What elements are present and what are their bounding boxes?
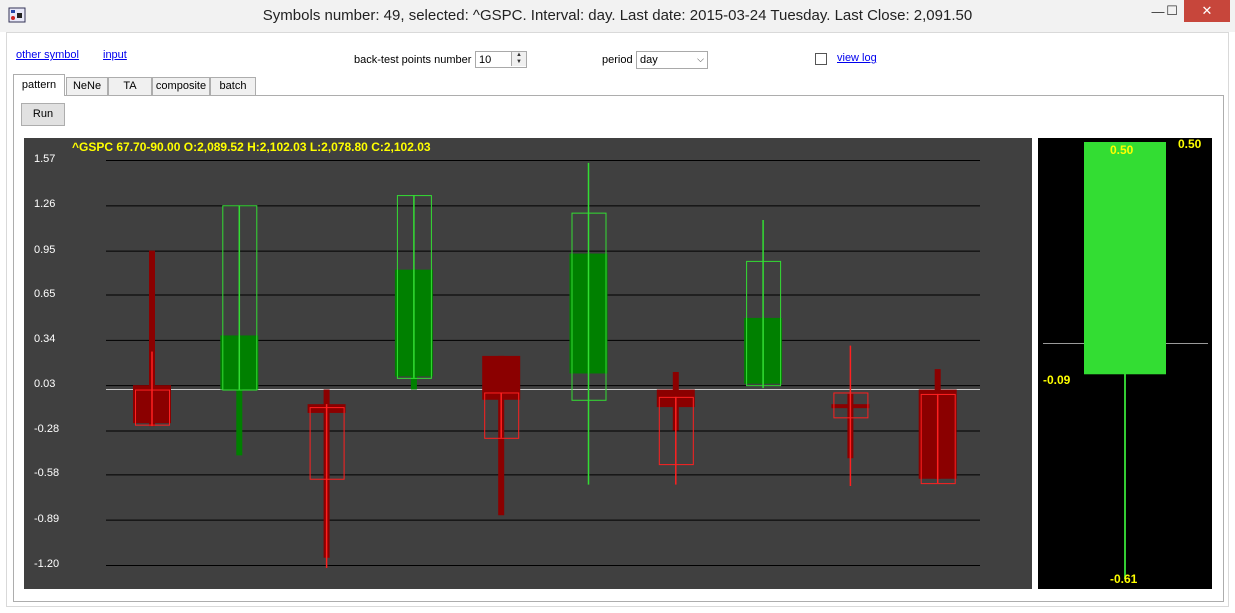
chevron-down-icon: ⌵ bbox=[697, 54, 704, 64]
pattern-chart[interactable]: 1.57 1.26 0.95 0.65 0.34 0.03 -0.28 -0.58 -0.89 -… bbox=[24, 138, 1032, 589]
backtest-stepper[interactable]: ▲ ▼ bbox=[475, 51, 527, 68]
y-tick-label: 0.03 bbox=[34, 378, 56, 391]
period-label: period bbox=[602, 54, 633, 66]
spin-up-icon[interactable]: ▲ bbox=[511, 52, 526, 59]
y-tick-label: -1.20 bbox=[34, 558, 60, 570]
y-tick-label: -0.89 bbox=[34, 512, 60, 525]
window-title: Symbols number: 49, selected: ^GSPC. Int… bbox=[262, 7, 973, 24]
title-bar: Symbols number: 49, selected: ^GSPC. Int… bbox=[0, 0, 1235, 32]
forecast-open-label: -0.09 bbox=[1043, 373, 1071, 387]
forecast-close-label: 0.50 bbox=[1110, 143, 1134, 157]
y-tick-label: 0.65 bbox=[34, 287, 56, 300]
forecast-low-label: -0.61 bbox=[1110, 572, 1138, 586]
period-value: day bbox=[640, 54, 658, 66]
close-button[interactable]: ✕ bbox=[1184, 0, 1230, 22]
y-tick-label: 0.95 bbox=[34, 243, 56, 256]
y-tick-label: 0.34 bbox=[34, 332, 56, 345]
view-log-link[interactable]: view log bbox=[837, 52, 877, 64]
forecast-candle-body bbox=[1084, 142, 1166, 375]
y-tick-label: 1.26 bbox=[34, 198, 56, 211]
forecast-chart-svg bbox=[1043, 142, 1208, 579]
tab-nene[interactable]: NeNe bbox=[66, 77, 108, 95]
pattern-chart-svg bbox=[106, 160, 980, 568]
tab-pattern[interactable]: pattern bbox=[13, 74, 65, 96]
forecast-close-right-label: 0.50 bbox=[1178, 137, 1202, 151]
tab-batch[interactable]: batch bbox=[210, 77, 256, 95]
y-tick-label: -0.28 bbox=[34, 423, 60, 436]
tab-ta[interactable]: TA bbox=[108, 77, 152, 95]
period-select[interactable]: day ⌵ bbox=[636, 51, 708, 69]
other-symbol-link[interactable]: other symbol bbox=[16, 49, 79, 61]
backtest-label: back-test points number bbox=[354, 54, 472, 66]
maximize-icon: ☐ bbox=[1166, 3, 1178, 18]
y-tick-label: -0.58 bbox=[34, 467, 60, 480]
spin-down-icon[interactable]: ▼ bbox=[511, 59, 526, 66]
view-log-checkbox[interactable] bbox=[815, 53, 827, 65]
chart-info: ^GSPC 67.70-90.00 O:2,089.52 H:2,102.03 … bbox=[72, 140, 431, 154]
close-icon: ✕ bbox=[1201, 3, 1213, 18]
backtest-input[interactable] bbox=[476, 52, 515, 67]
y-tick-label: 1.57 bbox=[34, 153, 56, 165]
forecast-chart[interactable]: 0.50 0.50 -0.09 -0.61 bbox=[1038, 137, 1212, 589]
run-button[interactable]: Run bbox=[21, 103, 65, 126]
tab-composite[interactable]: composite bbox=[152, 77, 210, 95]
input-link[interactable]: input bbox=[103, 49, 127, 61]
